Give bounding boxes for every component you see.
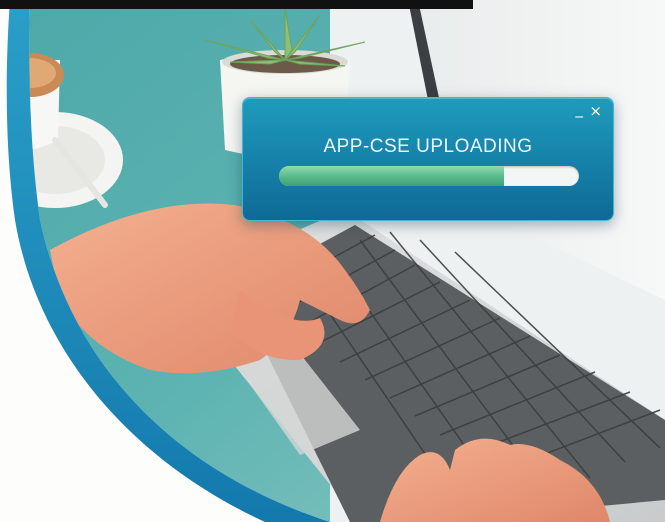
progress-bar [279, 166, 579, 186]
progress-bar-fill [279, 166, 504, 186]
close-button[interactable]: × [589, 104, 602, 119]
dialog-title: APP-CSE UPLOADING [323, 136, 533, 157]
minimize-button[interactable]: _ [576, 102, 584, 117]
top-strip-text [0, 0, 473, 9]
laptop-photo-background [6, 0, 665, 522]
upload-dialog: _ × APP-CSE UPLOADING [242, 97, 614, 221]
